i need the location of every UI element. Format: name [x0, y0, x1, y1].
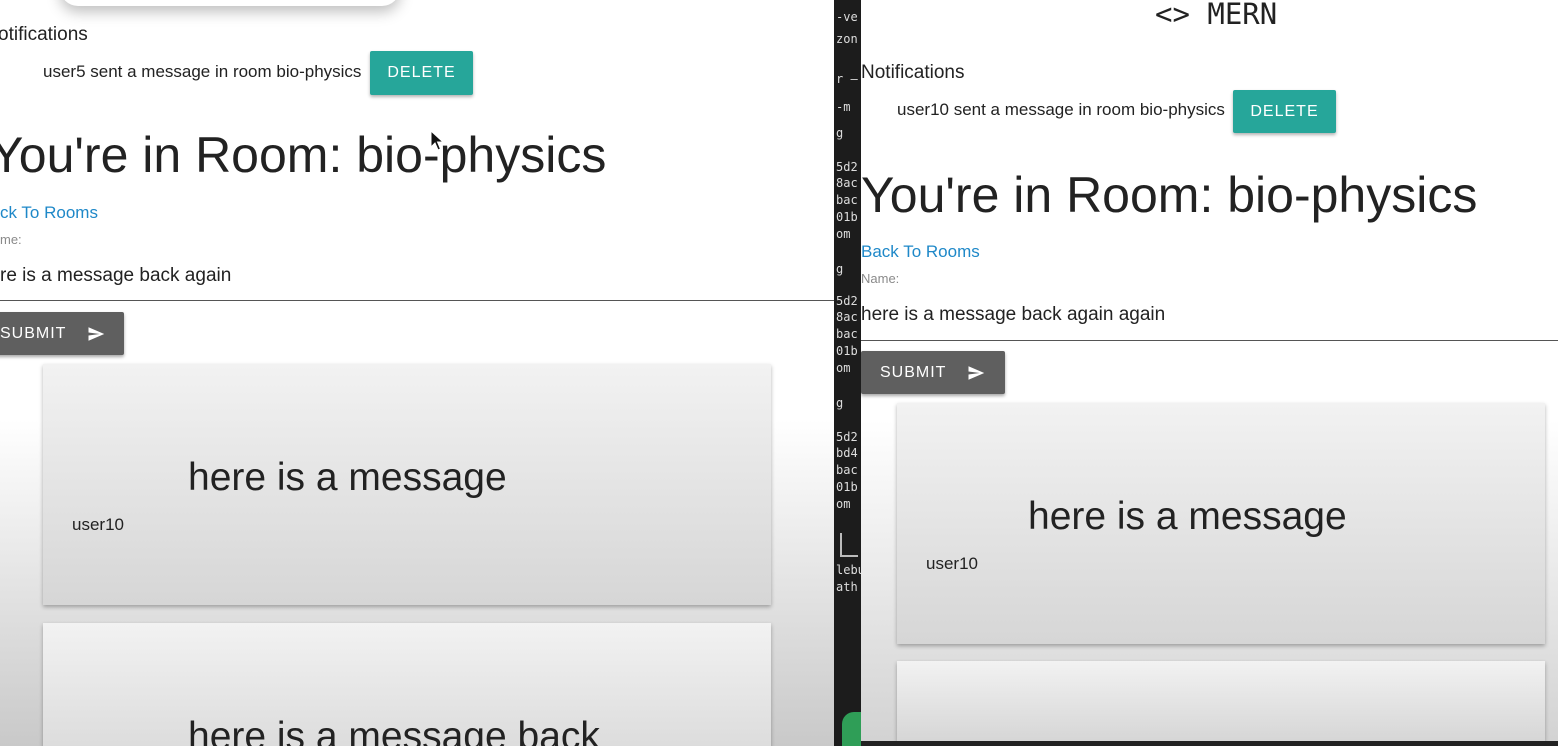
message-user: user10: [72, 515, 124, 534]
delete-notification-button[interactable]: DELETE: [1233, 90, 1336, 133]
submit-button[interactable]: SUBMIT: [861, 351, 1005, 394]
terminal-line: 8ac: [836, 176, 858, 190]
chrome-dock-icon: [842, 712, 861, 746]
message-input[interactable]: here is a message back again again: [861, 304, 1165, 326]
terminal-line: 01b: [836, 344, 858, 358]
terminal-line: om: [836, 361, 851, 375]
message-card: here is a message back: [43, 623, 771, 746]
terminal-line: 01b: [836, 480, 858, 494]
message-text: here is a message: [1028, 495, 1347, 538]
back-to-rooms-link[interactable]: Back To Rooms: [861, 242, 980, 262]
folder-icon: [840, 533, 858, 557]
terminal-line: ath: [836, 580, 858, 594]
notifications-heading: otifications: [0, 24, 88, 45]
message-card: [897, 661, 1545, 741]
terminal-line: bac: [836, 463, 858, 477]
terminal-line: bac: [836, 327, 858, 341]
terminal-line: om: [836, 497, 851, 511]
right-browser-window: <> MERN Notifications user10 sent a mess…: [861, 0, 1558, 746]
terminal-line: om: [836, 227, 851, 241]
notification-text: user10 sent a message in room bio-physic…: [897, 100, 1225, 119]
name-label: Name:: [861, 271, 900, 286]
message-text: here is a message back: [188, 715, 600, 746]
room-title: You're in Room: bio-physics: [0, 127, 607, 183]
submit-button[interactable]: SUBMIT: [0, 312, 124, 355]
message-text: here is a message: [188, 456, 507, 499]
message-input[interactable]: re is a message back again: [0, 265, 231, 287]
back-to-rooms-link[interactable]: ck To Rooms: [0, 203, 98, 223]
terminal-line: zon: [836, 32, 858, 46]
terminal-line: g: [836, 126, 844, 140]
submit-label: SUBMIT: [880, 363, 947, 381]
terminal-line: lebu: [836, 563, 861, 577]
left-browser-window: otifications user5 sent a message in roo…: [0, 0, 834, 746]
send-icon: [968, 365, 985, 380]
input-underline: [0, 300, 834, 301]
terminal-line: 5d2: [836, 294, 858, 308]
message-user: user10: [926, 554, 978, 573]
terminal-line: -m: [836, 100, 851, 114]
header-shadow-element: [60, 0, 400, 6]
name-label: me:: [0, 232, 22, 247]
terminal-window: -ve zon r — -m g 5d2 8ac bac 01b om g 5d2 8ac bac 01b o…: [834, 0, 861, 746]
terminal-line: r —: [836, 72, 858, 86]
terminal-line: bd4: [836, 446, 858, 460]
terminal-line: -ve: [836, 10, 858, 24]
notifications-heading: Notifications: [861, 62, 965, 83]
terminal-line: g: [836, 262, 844, 276]
mouse-cursor-icon: [430, 130, 444, 151]
taskbar-strip: [861, 741, 1558, 746]
terminal-line: bac: [836, 193, 858, 207]
delete-notification-button[interactable]: DELETE: [370, 51, 473, 95]
terminal-line: 5d2: [836, 160, 858, 174]
terminal-line: 8ac: [836, 310, 858, 324]
terminal-line: 01b: [836, 210, 858, 224]
notification-text: user5 sent a message in room bio-physics: [43, 62, 362, 81]
message-card: here is a message user10: [43, 364, 771, 605]
app-logo[interactable]: <> MERN: [1155, 0, 1277, 31]
input-underline: [861, 340, 1558, 341]
submit-label: SUBMIT: [0, 324, 67, 342]
room-title: You're in Room: bio-physics: [861, 167, 1478, 223]
message-card: here is a message user10: [897, 403, 1545, 644]
send-icon: [88, 326, 105, 341]
terminal-line: 5d2: [836, 430, 858, 444]
terminal-line: g: [836, 396, 844, 410]
